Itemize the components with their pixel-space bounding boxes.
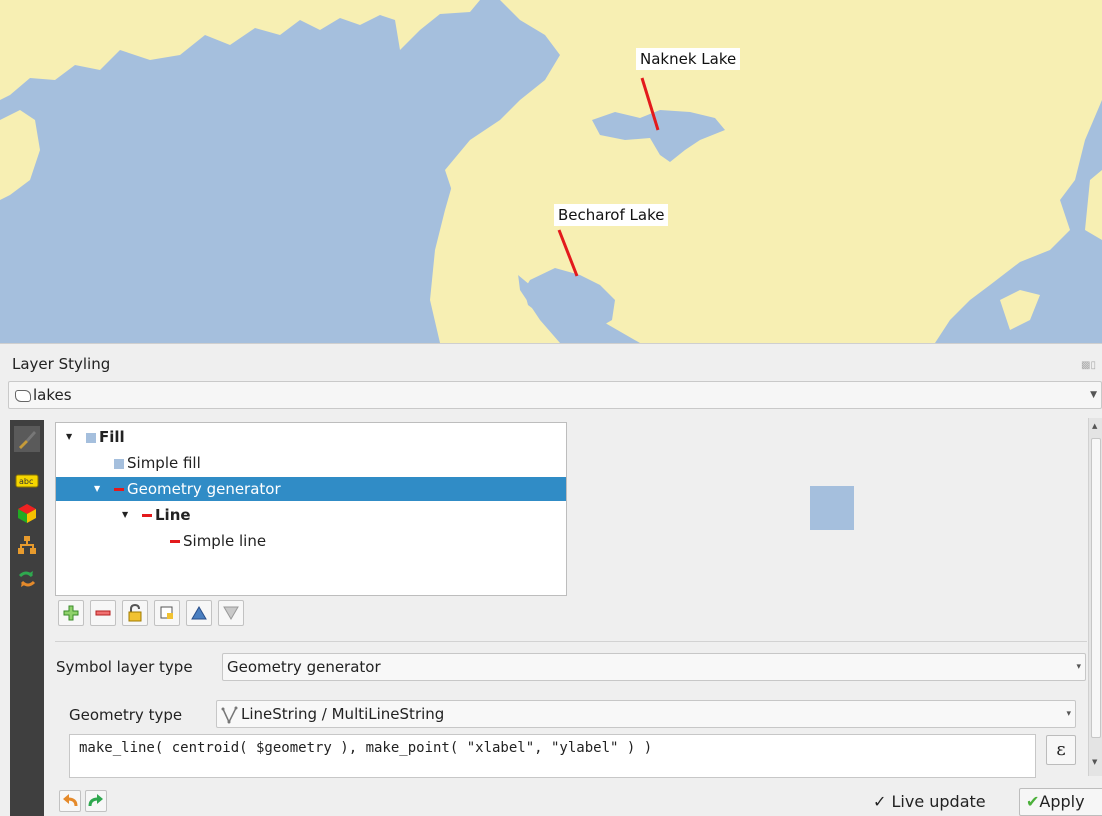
tree-row-simple-fill[interactable]: Simple fill bbox=[56, 451, 566, 475]
tree-row-label: Line bbox=[155, 506, 191, 524]
tree-row-line[interactable]: ▼ Line bbox=[56, 503, 566, 527]
expression-editor[interactable]: make_line( centroid( $geometry ), make_p… bbox=[69, 734, 1036, 778]
symbol-layer-type-label: Symbol layer type bbox=[56, 658, 193, 676]
line-swatch-icon bbox=[142, 514, 152, 517]
land-west bbox=[0, 110, 40, 200]
live-update-label: Live update bbox=[891, 792, 986, 811]
duplicate-icon bbox=[160, 606, 173, 619]
live-update-toggle[interactable]: ✓ Live update bbox=[873, 792, 986, 811]
expand-arrow-icon[interactable]: ▼ bbox=[66, 425, 72, 449]
lock-icon bbox=[128, 604, 142, 622]
symbol-layer-type-select[interactable]: Geometry generator ▾ bbox=[222, 653, 1086, 681]
epsilon-icon: ε bbox=[1056, 739, 1066, 760]
line-swatch-icon bbox=[170, 540, 180, 543]
paintbrush-icon[interactable] bbox=[14, 426, 40, 452]
duplicate-layer-button[interactable] bbox=[154, 600, 180, 626]
scroll-thumb[interactable] bbox=[1091, 438, 1101, 738]
map-canvas[interactable]: Naknek Lake Becharof Lake bbox=[0, 0, 1102, 344]
symbol-preview bbox=[810, 486, 854, 530]
geometry-type-select[interactable]: LineString / MultiLineString ▾ bbox=[216, 700, 1076, 728]
geometry-type-label: Geometry type bbox=[69, 706, 183, 724]
tree-row-label: Geometry generator bbox=[127, 480, 281, 498]
3d-cube-icon[interactable] bbox=[14, 500, 40, 526]
plus-icon bbox=[63, 605, 79, 621]
chevron-down-icon: ▼ bbox=[1090, 390, 1097, 400]
divider bbox=[55, 641, 1087, 642]
abc-label-icon[interactable]: abc bbox=[14, 468, 40, 494]
minus-icon bbox=[95, 610, 111, 616]
style-sidebar: abc bbox=[10, 420, 44, 816]
linestring-icon bbox=[221, 706, 238, 724]
tree-row-geometry-generator[interactable]: ▼ Geometry generator bbox=[56, 477, 566, 501]
undo-button[interactable] bbox=[59, 790, 81, 812]
remove-layer-button[interactable] bbox=[90, 600, 116, 626]
dock-grip-icon[interactable]: ▩▯ bbox=[1081, 360, 1096, 371]
chevron-down-icon: ▾ bbox=[1076, 662, 1081, 672]
tree-row-label: Simple line bbox=[183, 532, 267, 550]
add-layer-button[interactable] bbox=[58, 600, 84, 626]
land-north-strip bbox=[0, 0, 480, 100]
fill-swatch-icon bbox=[114, 458, 124, 469]
redo-icon bbox=[88, 794, 103, 807]
geometry-type-value: LineString / MultiLineString bbox=[241, 705, 445, 723]
panel-scrollbar[interactable]: ▲ ▼ bbox=[1088, 418, 1102, 776]
checkmark-icon: ✓ bbox=[873, 792, 887, 811]
tree-row-label: Simple fill bbox=[127, 454, 201, 472]
diagram-icon[interactable] bbox=[14, 532, 40, 558]
fill-swatch-icon bbox=[86, 432, 96, 443]
expand-arrow-icon[interactable]: ▼ bbox=[94, 477, 100, 501]
svg-text:abc: abc bbox=[19, 477, 33, 486]
symbol-layer-tree[interactable]: ▼ Fill Simple fill ▼ Geometry generator … bbox=[55, 422, 567, 596]
map-geometry bbox=[0, 0, 1102, 343]
expression-text: make_line( centroid( $geometry ), make_p… bbox=[79, 740, 653, 756]
lock-layer-button[interactable] bbox=[122, 600, 148, 626]
bottom-bar: ✓ Live update ✔Apply bbox=[55, 788, 1102, 816]
undo-icon bbox=[63, 794, 78, 807]
line-swatch-icon bbox=[114, 488, 124, 491]
symbol-layer-type-value: Geometry generator bbox=[227, 658, 381, 676]
move-up-button[interactable] bbox=[186, 600, 212, 626]
expression-builder-button[interactable]: ε bbox=[1046, 735, 1076, 765]
expand-arrow-icon[interactable]: ▼ bbox=[122, 503, 128, 527]
history-icon[interactable] bbox=[14, 566, 40, 592]
tree-row-fill[interactable]: ▼ Fill bbox=[56, 425, 566, 449]
apply-label: Apply bbox=[1039, 792, 1085, 811]
chevron-down-icon: ▾ bbox=[1066, 709, 1071, 719]
move-down-button[interactable] bbox=[218, 600, 244, 626]
map-label-becharof: Becharof Lake bbox=[554, 204, 669, 226]
scroll-down-arrow-icon[interactable]: ▼ bbox=[1092, 758, 1097, 766]
polygon-layer-icon bbox=[15, 389, 31, 402]
tree-row-label: Fill bbox=[99, 428, 125, 446]
scroll-up-arrow-icon[interactable]: ▲ bbox=[1092, 422, 1097, 430]
panel-title: Layer Styling bbox=[12, 355, 111, 373]
map-label-naknek: Naknek Lake bbox=[636, 48, 741, 70]
tree-row-simple-line[interactable]: Simple line bbox=[56, 529, 566, 553]
triangle-down-icon bbox=[223, 606, 239, 620]
triangle-up-icon bbox=[191, 606, 207, 620]
layer-selector-value: lakes bbox=[33, 386, 72, 404]
layer-selector[interactable]: lakes ▼ bbox=[8, 381, 1102, 409]
redo-button[interactable] bbox=[85, 790, 107, 812]
green-check-icon: ✔ bbox=[1026, 792, 1040, 811]
apply-button[interactable]: ✔Apply bbox=[1019, 788, 1102, 816]
